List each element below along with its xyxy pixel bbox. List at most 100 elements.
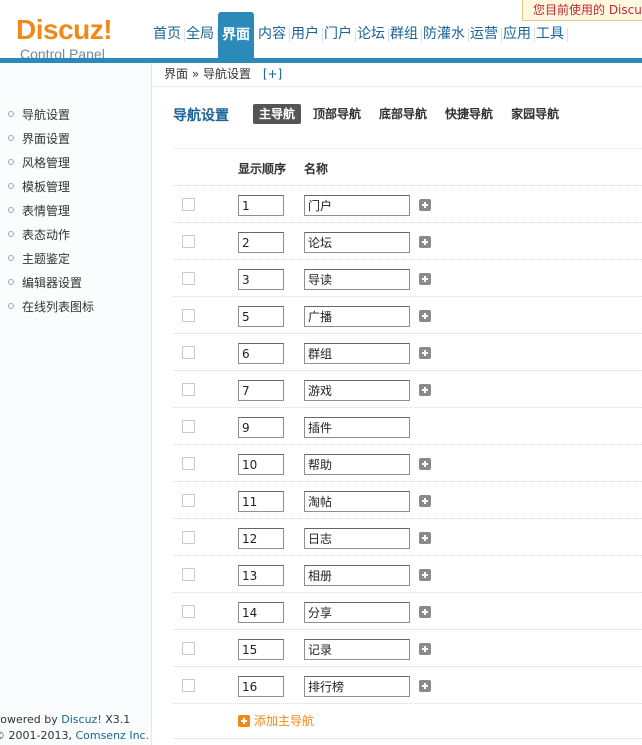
nav-name-input[interactable] xyxy=(304,565,410,586)
nav-type-tab[interactable]: 家园导航 xyxy=(505,104,565,124)
display-order-input[interactable] xyxy=(238,491,284,512)
add-subnav-icon[interactable] xyxy=(419,495,431,507)
add-subnav-icon[interactable] xyxy=(419,606,431,618)
topnav-item[interactable]: 界面 xyxy=(218,12,254,58)
topnav-item[interactable]: 群组 xyxy=(389,22,422,58)
display-order-input[interactable] xyxy=(238,676,284,697)
delete-checkbox[interactable] xyxy=(182,383,195,396)
add-main-nav-button[interactable]: 添加主导航 xyxy=(238,713,314,729)
display-order-input[interactable] xyxy=(238,602,284,623)
add-subnav-icon[interactable] xyxy=(419,569,431,581)
sidebar-item[interactable]: 在线列表图标 xyxy=(8,295,94,319)
delete-checkbox[interactable] xyxy=(182,272,195,285)
add-subnav-icon[interactable] xyxy=(419,310,431,322)
sidebar-item[interactable]: 表态动作 xyxy=(8,223,94,247)
display-order-input[interactable] xyxy=(238,269,284,290)
sidebar-item[interactable]: 主题鉴定 xyxy=(8,247,94,271)
topnav-item[interactable]: 内容 xyxy=(257,22,290,58)
topnav-item[interactable]: 全局 xyxy=(185,22,218,58)
display-order-input[interactable] xyxy=(238,306,284,327)
powered-by-prefix: Powered by xyxy=(0,713,62,726)
sidebar-item[interactable]: 表情管理 xyxy=(8,199,94,223)
delete-checkbox[interactable] xyxy=(182,346,195,359)
nav-name-input[interactable] xyxy=(304,639,410,660)
logo[interactable]: Discuz! Control Panel xyxy=(16,14,113,62)
delete-checkbox[interactable] xyxy=(182,568,195,581)
nav-type-tab[interactable]: 主导航 xyxy=(253,104,302,124)
nav-type-tab[interactable]: 快捷导航 xyxy=(439,104,499,124)
display-order-input[interactable] xyxy=(238,195,284,216)
nav-name-input[interactable] xyxy=(304,380,410,401)
add-subnav-icon[interactable] xyxy=(419,532,431,544)
sidebar-item[interactable]: 模板管理 xyxy=(8,175,94,199)
sidebar: 导航设置 界面设置 风格管理 模板管理 表情管理 表态动作 主题鉴定 编辑器设置 在线列表图标 … xyxy=(0,63,152,745)
delete-checkbox[interactable] xyxy=(182,679,195,692)
nav-name-input[interactable] xyxy=(304,491,410,512)
add-subnav-icon[interactable] xyxy=(419,680,431,692)
add-subnav-icon[interactable] xyxy=(419,643,431,655)
topnav-item[interactable]: 防灌水 xyxy=(422,22,469,58)
delete-checkbox[interactable] xyxy=(182,494,195,507)
nav-name-input[interactable] xyxy=(304,232,410,253)
sidebar-item[interactable]: 编辑器设置 xyxy=(8,271,94,295)
nav-name-input[interactable] xyxy=(304,417,410,438)
display-order-input[interactable] xyxy=(238,380,284,401)
nav-name-input[interactable] xyxy=(304,676,410,697)
topnav-item[interactable]: 首页 xyxy=(152,22,185,58)
bullet-icon xyxy=(8,255,14,261)
nav-name-input[interactable] xyxy=(304,306,410,327)
add-subnav-icon[interactable] xyxy=(419,236,431,248)
nav-name-input[interactable] xyxy=(304,602,410,623)
delete-checkbox[interactable] xyxy=(182,457,195,470)
delete-checkbox[interactable] xyxy=(182,420,195,433)
topnav-item[interactable]: 应用 xyxy=(502,22,535,58)
topnav-item[interactable]: 门户 xyxy=(323,22,356,58)
nav-type-tab[interactable]: 底部导航 xyxy=(373,104,433,124)
add-subnav-icon[interactable] xyxy=(419,273,431,285)
add-main-nav-label: 添加主导航 xyxy=(254,714,315,728)
add-subnav-icon[interactable] xyxy=(419,384,431,396)
delete-checkbox[interactable] xyxy=(182,605,195,618)
table-row xyxy=(173,260,642,297)
display-order-input[interactable] xyxy=(238,417,284,438)
nav-name-input[interactable] xyxy=(304,195,410,216)
display-order-input[interactable] xyxy=(238,343,284,364)
display-order-input[interactable] xyxy=(238,232,284,253)
table-row xyxy=(173,593,642,630)
bullet-icon xyxy=(8,231,14,237)
table-row xyxy=(173,519,642,556)
delete-checkbox[interactable] xyxy=(182,235,195,248)
version-notice[interactable]: 您目前使用的 Discu xyxy=(522,0,642,21)
topnav-item[interactable]: 论坛 xyxy=(356,22,389,58)
powered-by-brand[interactable]: Discuz! xyxy=(61,713,101,726)
display-order-input[interactable] xyxy=(238,565,284,586)
nav-type-tab[interactable]: 顶部导航 xyxy=(307,104,367,124)
nav-name-input[interactable] xyxy=(304,528,410,549)
top-nav: 首页 全局 界面 内容 用户 门户 论坛 群组 防灌水 运营 应用 工具 xyxy=(152,12,568,58)
table-body xyxy=(173,186,642,704)
topnav-item[interactable]: 工具 xyxy=(535,22,568,58)
sidebar-item[interactable]: 界面设置 xyxy=(8,127,94,151)
display-order-input[interactable] xyxy=(238,639,284,660)
display-order-input[interactable] xyxy=(238,454,284,475)
topnav-item[interactable]: 运营 xyxy=(469,22,502,58)
copyright-company[interactable]: Comsenz Inc. xyxy=(75,729,149,742)
nav-name-input[interactable] xyxy=(304,454,410,475)
add-subnav-icon[interactable] xyxy=(419,199,431,211)
delete-checkbox[interactable] xyxy=(182,309,195,322)
sidebar-item[interactable]: 风格管理 xyxy=(8,151,94,175)
delete-checkbox[interactable] xyxy=(182,642,195,655)
topnav-item[interactable]: 用户 xyxy=(290,22,323,58)
nav-name-input[interactable] xyxy=(304,269,410,290)
breadcrumb-path: 界面 » 导航设置 xyxy=(164,67,251,81)
display-order-input[interactable] xyxy=(238,528,284,549)
nav-name-input[interactable] xyxy=(304,343,410,364)
delete-checkbox[interactable] xyxy=(182,531,195,544)
sidebar-item[interactable]: 导航设置 xyxy=(8,103,94,127)
add-subnav-icon[interactable] xyxy=(419,458,431,470)
delete-checkbox[interactable] xyxy=(182,198,195,211)
breadcrumb-add-shortcut[interactable]: [+] xyxy=(263,67,282,81)
sidebar-item-label: 模板管理 xyxy=(22,180,71,194)
table-row xyxy=(173,371,642,408)
add-subnav-icon[interactable] xyxy=(419,347,431,359)
